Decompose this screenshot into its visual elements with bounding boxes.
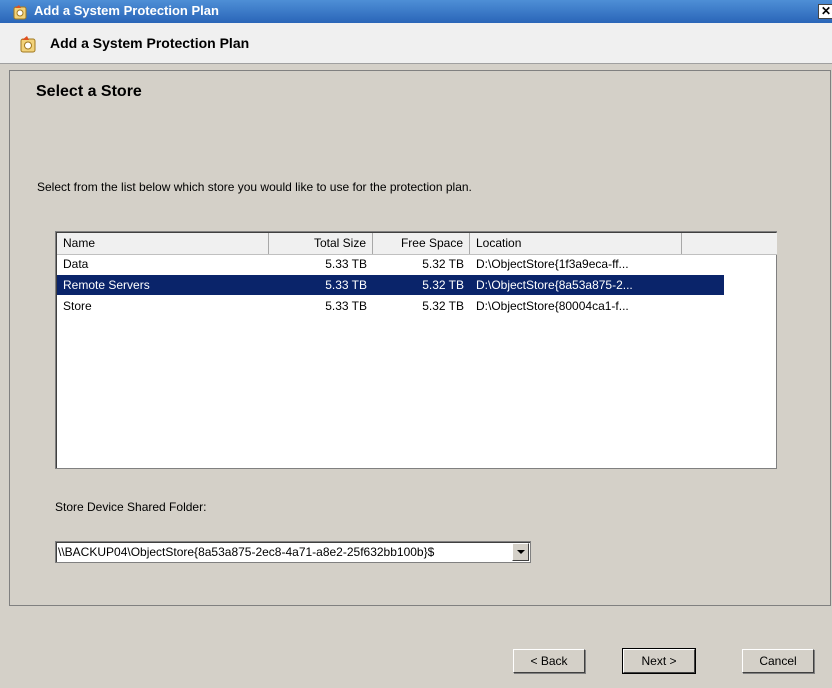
table-row[interactable]: Data 5.33 TB 5.32 TB D:\ObjectStore{1f3a… (57, 254, 724, 274)
cell-name: Store (63, 299, 92, 313)
chevron-down-icon (517, 550, 525, 554)
cell-location: D:\ObjectStore{1f3a9eca-ff... (476, 257, 629, 271)
column-header-filler (682, 233, 777, 254)
wizard-icon (20, 36, 36, 53)
cell-free-space: 5.32 TB (422, 257, 464, 271)
cell-free-space: 5.32 TB (422, 299, 464, 313)
list-header: Name Total Size Free Space Location (57, 233, 777, 255)
cell-total-size: 5.33 TB (325, 299, 367, 313)
cell-free-space: 5.32 TB (422, 278, 464, 292)
next-button[interactable]: Next > (622, 648, 696, 674)
store-list[interactable]: Name Total Size Free Space Location Data… (55, 231, 777, 469)
cell-location: D:\ObjectStore{80004ca1-f... (476, 299, 629, 313)
cell-name: Data (63, 257, 89, 271)
table-row[interactable]: Store 5.33 TB 5.32 TB D:\ObjectStore{800… (57, 296, 724, 316)
page-title: Select a Store (36, 83, 142, 100)
wizard-page: Select a Store Select from the list belo… (9, 70, 831, 606)
cell-location: D:\ObjectStore{8a53a875-2... (476, 278, 633, 292)
wizard-icon (13, 5, 27, 20)
wizard-header: Add a System Protection Plan (0, 23, 832, 64)
header-title: Add a System Protection Plan (50, 35, 250, 51)
cell-name: Remote Servers (63, 278, 150, 292)
store-folder-value: \\BACKUP04\ObjectStore{8a53a875-2ec8-4a7… (58, 545, 435, 559)
store-folder-dropdown[interactable]: \\BACKUP04\ObjectStore{8a53a875-2ec8-4a7… (55, 541, 531, 563)
store-folder-label: Store Device Shared Folder: (55, 500, 207, 514)
dropdown-button[interactable] (512, 543, 529, 561)
column-header-name[interactable]: Name (57, 233, 269, 254)
close-button[interactable]: ✕ (818, 4, 832, 19)
cell-total-size: 5.33 TB (325, 278, 367, 292)
table-row-selected[interactable]: Remote Servers 5.33 TB 5.32 TB D:\Object… (57, 275, 724, 295)
close-icon: ✕ (821, 4, 832, 18)
column-header-free-space[interactable]: Free Space (373, 233, 470, 254)
instructions-text: Select from the list below which store y… (37, 180, 472, 194)
column-header-total-size[interactable]: Total Size (269, 233, 373, 254)
cell-total-size: 5.33 TB (325, 257, 367, 271)
window-title: Add a System Protection Plan (34, 3, 219, 18)
back-button[interactable]: < Back (513, 649, 585, 673)
cancel-button[interactable]: Cancel (742, 649, 814, 673)
column-header-location[interactable]: Location (470, 233, 682, 254)
title-bar: Add a System Protection Plan ✕ (0, 0, 832, 23)
